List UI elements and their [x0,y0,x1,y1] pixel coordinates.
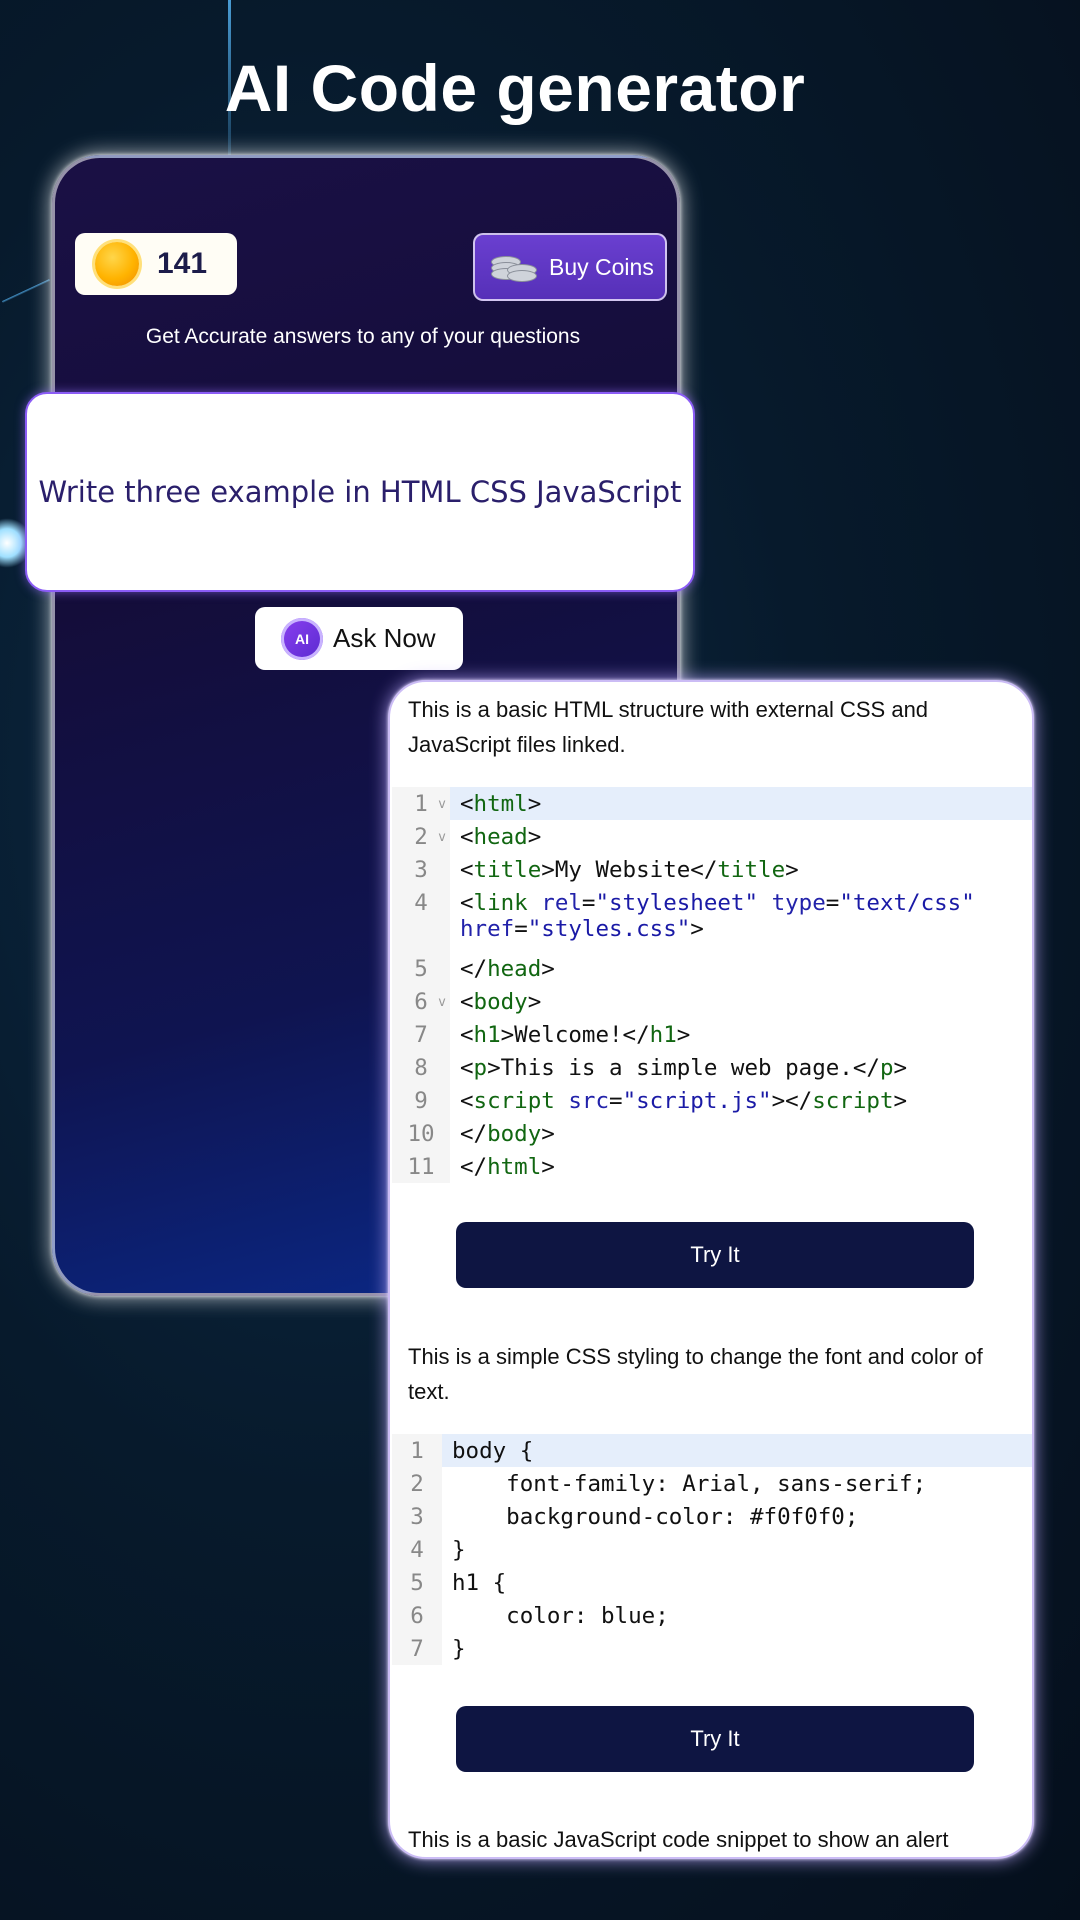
code-line: 1 v <html> [392,787,1032,820]
code-line: 3 background-color: #f0f0f0; [392,1500,1032,1533]
coin-count: 141 [157,247,208,280]
code-line: 9 <script src="script.js"></script> [392,1084,1032,1117]
try-it-button[interactable]: Try It [456,1706,974,1772]
code-line: 10 </body> [392,1117,1032,1150]
css-code-block: 1 body { 2 font-family: Arial, sans-serif… [392,1434,1032,1665]
ask-now-button[interactable]: AI Ask Now [255,607,463,670]
code-line: 7 <h1>Welcome!</h1> [392,1018,1032,1051]
background-line [2,279,50,303]
code-line: 1 body { [392,1434,1032,1467]
ai-icon: AI [281,617,323,660]
code-line: 3 <title>My Website</title> [392,853,1032,886]
prompt-text: Write three example in HTML CSS JavaScri… [38,475,682,509]
subtitle: Get Accurate answers to any of your ques… [145,325,581,348]
code-line: 4} [392,1533,1032,1566]
coin-stack-icon [491,250,537,284]
coin-balance: 141 [75,233,237,295]
code-line: 5 </head> [392,952,1032,985]
answer-description-css: This is a simple CSS styling to change t… [408,1344,983,1404]
buy-coins-label: Buy Coins [549,253,654,280]
answer-description-html: This is a basic HTML structure with exte… [408,697,929,757]
coin-icon [95,242,139,286]
code-line: 5 h1 { [392,1566,1032,1599]
code-line: 7} [392,1632,1032,1665]
ask-now-label: Ask Now [333,623,436,653]
page-headline: AI Code generator [224,51,806,125]
code-line: 2 font-family: Arial, sans-serif; [392,1467,1032,1500]
code-line: 6 color: blue; [392,1599,1032,1632]
answer-description-js: This is a basic JavaScript code snippet … [408,1827,949,1852]
code-line: 4 <link rel="stylesheet" type="text/css" … [392,886,1032,952]
answer-card[interactable]: This is a basic HTML structure with exte… [388,680,1034,1859]
code-line: 6 v <body> [392,985,1032,1018]
try-it-button[interactable]: Try It [456,1222,974,1288]
code-line: 2 v <head> [392,820,1032,853]
code-line: 8 <p>This is a simple web page.</p> [392,1051,1032,1084]
prompt-input[interactable]: Write three example in HTML CSS JavaScri… [25,392,695,592]
buy-coins-button[interactable]: Buy Coins [473,233,667,301]
html-code-block: 1 v <html> 2 v <head> 3 <title>My Website</ti… [392,787,1032,1183]
code-line: 11 </html> [392,1150,1032,1183]
